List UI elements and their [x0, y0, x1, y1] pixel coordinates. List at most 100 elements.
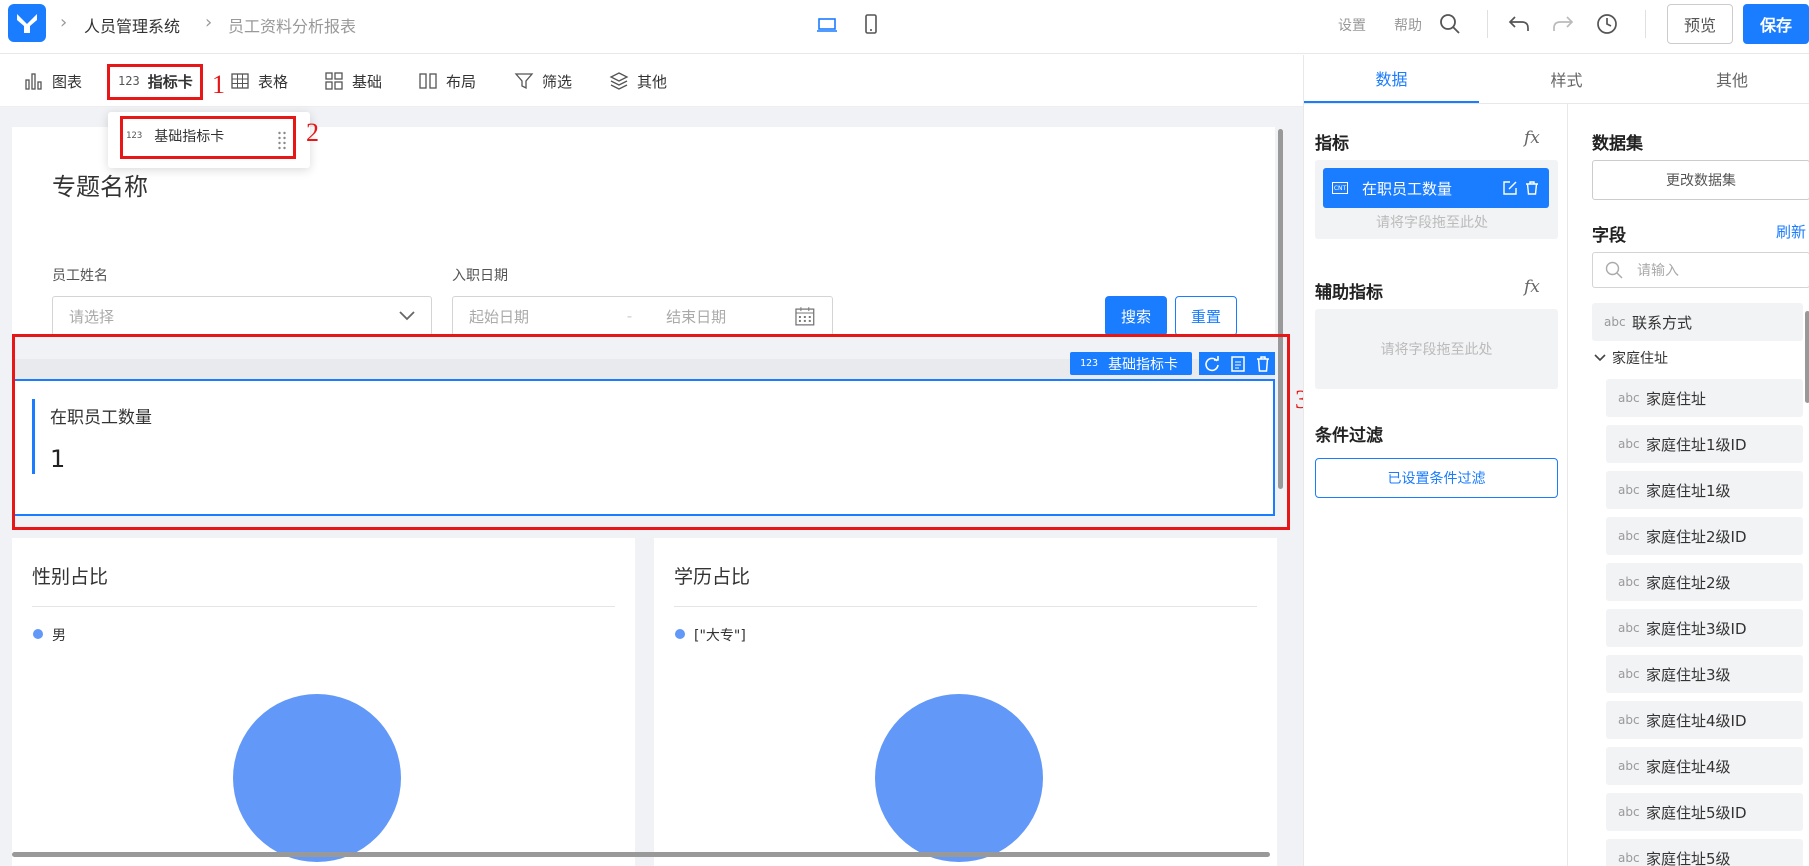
tool-label: 布局 [446, 72, 477, 91]
topic-title[interactable]: 专题名称 [52, 167, 148, 202]
tab-other[interactable]: 其他 [1654, 55, 1809, 103]
field-item[interactable]: abc 家庭住址5级ID [1606, 793, 1803, 831]
field-label: 家庭住址2级ID [1646, 527, 1747, 546]
count-tag-icon: CNT [1332, 182, 1348, 194]
field-label: 家庭住址5级ID [1646, 803, 1747, 822]
tool-layout[interactable]: 布局 [418, 55, 476, 107]
tab-style[interactable]: 样式 [1479, 55, 1654, 103]
tool-other[interactable]: 其他 [609, 55, 667, 107]
field-label: 家庭住址5级 [1646, 849, 1731, 866]
refresh-link[interactable]: 刷新 [1776, 221, 1806, 242]
chevron-down-icon [399, 311, 415, 321]
formula-fx-icon[interactable]: fx [1524, 277, 1540, 297]
education-pie-card[interactable]: 学历占比 ["大专"] [654, 538, 1277, 866]
field-item[interactable]: abc 家庭住址5级 [1606, 839, 1803, 866]
app-logo-icon[interactable] [8, 4, 46, 42]
formula-fx-icon[interactable]: fx [1524, 128, 1540, 148]
annotation-box-1 [107, 64, 203, 100]
dataset-title: 数据集 [1592, 134, 1643, 154]
preview-button[interactable]: 预览 [1667, 4, 1733, 44]
edit-icon[interactable] [1502, 180, 1518, 196]
field-item[interactable]: abc 家庭住址3级ID [1606, 609, 1803, 647]
breadcrumb-app[interactable]: 人员管理系统 [84, 13, 180, 37]
annotation-box-3 [12, 334, 1290, 530]
chevron-right-icon: › [60, 12, 68, 33]
start-date-input[interactable]: 起始日期 [469, 306, 627, 327]
legend-dot [33, 629, 43, 639]
end-date-input[interactable]: 结束日期 [666, 306, 794, 327]
search-button[interactable]: 搜索 [1105, 296, 1167, 336]
field-label: 家庭住址3级ID [1646, 619, 1747, 638]
layers-icon [609, 72, 629, 90]
aux-metrics-title: 辅助指标 [1315, 283, 1383, 303]
abc-type-icon: abc [1618, 851, 1640, 865]
group-label: 家庭住址 [1612, 351, 1668, 367]
legend-label[interactable]: ["大专"] [694, 625, 746, 645]
trash-icon[interactable] [1524, 180, 1540, 196]
tool-basic[interactable]: 基础 [324, 55, 382, 107]
gender-pie-card[interactable]: 性别占比 男 [12, 538, 635, 866]
select-placeholder: 请选择 [69, 307, 115, 326]
abc-type-icon: abc [1618, 713, 1640, 727]
metrics-title: 指标 [1315, 134, 1349, 154]
help-link[interactable]: 帮助 [1394, 15, 1422, 35]
tool-label: 筛选 [542, 72, 573, 91]
aux-metrics-drop-zone[interactable]: 请将字段拖至此处 [1315, 309, 1558, 389]
chevron-right-icon: › [205, 12, 213, 33]
pie-slice[interactable] [233, 694, 401, 862]
pie-slice[interactable] [875, 694, 1043, 862]
tool-label: 图表 [52, 72, 83, 91]
field-search-input[interactable]: 请输入 [1592, 252, 1809, 288]
date-range-picker[interactable]: 起始日期 - 结束日期 [452, 296, 833, 336]
annotation-box-2 [120, 116, 296, 159]
field-list-scrollbar[interactable] [1805, 311, 1809, 403]
field-item[interactable]: abc 家庭住址2级ID [1606, 517, 1803, 555]
field-item[interactable]: abc 家庭住址4级 [1606, 747, 1803, 785]
field-label: 家庭住址2级 [1646, 573, 1731, 592]
tab-data[interactable]: 数据 [1304, 55, 1479, 103]
field-item[interactable]: abc 家庭住址4级ID [1606, 701, 1803, 739]
tool-chart[interactable]: 图表 [24, 55, 82, 107]
field-item[interactable]: abc 联系方式 [1592, 303, 1803, 341]
fields-title: 字段 [1592, 226, 1626, 246]
metric-field-label: 在职员工数量 [1362, 179, 1453, 198]
metric-field-chip[interactable]: CNT 在职员工数量 [1323, 168, 1549, 208]
field-group-home-address[interactable]: 家庭住址 [1594, 348, 1668, 368]
divider [1645, 10, 1646, 38]
condition-filter-button[interactable]: 已设置条件过滤 [1315, 458, 1558, 498]
tool-table[interactable]: 表格 [230, 55, 288, 107]
field-item[interactable]: abc 家庭住址2级 [1606, 563, 1803, 601]
abc-type-icon: abc [1618, 575, 1640, 589]
undo-icon[interactable] [1507, 13, 1531, 39]
field-item[interactable]: abc 家庭住址 [1606, 379, 1803, 417]
redo-icon[interactable] [1551, 13, 1575, 39]
mobile-view-icon[interactable] [860, 13, 882, 39]
field-label: 家庭住址1级ID [1646, 435, 1747, 454]
field-item[interactable]: abc 家庭住址1级 [1606, 471, 1803, 509]
search-icon [1605, 261, 1623, 279]
abc-type-icon: abc [1618, 391, 1640, 405]
legend-label[interactable]: 男 [52, 625, 66, 645]
top-bar: › 人员管理系统 › 员工资料分析报表 设置 帮助 预览 保存 [0, 0, 1809, 54]
education-pie-chart [875, 694, 1043, 862]
desktop-view-icon[interactable] [816, 14, 838, 40]
condition-filter-title: 条件过滤 [1315, 426, 1383, 446]
search-icon[interactable] [1438, 12, 1462, 40]
field-item[interactable]: abc 家庭住址1级ID [1606, 425, 1803, 463]
history-clock-icon[interactable] [1595, 12, 1619, 40]
change-dataset-button[interactable]: 更改数据集 [1592, 160, 1809, 200]
dataset-column: 数据集 更改数据集 字段 刷新 请输入 abc 联系方式 家庭住址 abc 家庭住… [1569, 104, 1809, 866]
date-filter-label: 入职日期 [452, 268, 508, 284]
name-select[interactable]: 请选择 [52, 296, 432, 336]
abc-type-icon: abc [1618, 483, 1640, 497]
reset-button[interactable]: 重置 [1175, 296, 1237, 336]
layout-columns-icon [419, 73, 437, 89]
name-filter-label: 员工姓名 [52, 268, 108, 284]
tool-filter[interactable]: 筛选 [514, 55, 572, 107]
save-button[interactable]: 保存 [1743, 4, 1809, 44]
calendar-icon [795, 307, 815, 326]
canvas-h-scrollbar[interactable] [12, 852, 1270, 857]
metrics-drop-zone[interactable]: CNT 在职员工数量 请将字段拖至此处 [1315, 160, 1558, 239]
field-item[interactable]: abc 家庭住址3级 [1606, 655, 1803, 693]
settings-link[interactable]: 设置 [1338, 15, 1366, 35]
